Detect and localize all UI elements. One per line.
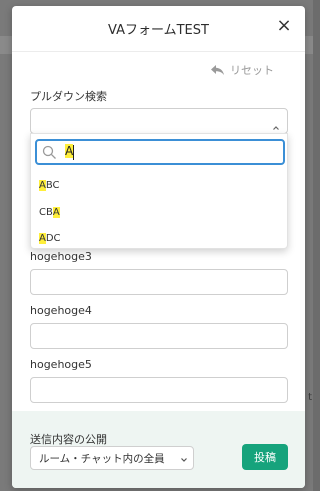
visibility-label: 送信内容の公開 (30, 433, 107, 446)
search-icon (42, 145, 57, 164)
option-match: A (39, 179, 46, 191)
modal-header: VAフォームTEST (12, 6, 305, 52)
reset-button[interactable]: リセット (210, 62, 274, 78)
pulldown-dropdown: A A BC CB A A DC (30, 133, 288, 249)
modal-title: VAフォームTEST (108, 23, 209, 38)
option-match: A (52, 206, 60, 218)
hogehoge3-input[interactable] (30, 269, 288, 295)
hogehoge4-input[interactable] (30, 323, 288, 349)
hogehoge4-label: hogehoge4 (30, 304, 92, 317)
visibility-value: ルーム・チャット内の全員 (39, 452, 165, 465)
dropdown-search-input[interactable]: A (35, 139, 285, 165)
chevron-down-icon (180, 455, 188, 467)
visibility-select[interactable]: ルーム・チャット内の全員 (30, 446, 194, 470)
close-icon[interactable]: × (276, 17, 292, 35)
dropdown-option[interactable]: A BC (39, 175, 279, 195)
hogehoge5-label: hogehoge5 (30, 358, 92, 371)
dropdown-option[interactable]: CB A (39, 202, 279, 222)
chevron-up-icon (272, 117, 280, 130)
background-text: t (308, 392, 312, 403)
form-modal: VAフォームTEST × リセット プルダウン検索 A A BC CB A A … (12, 6, 305, 488)
post-button[interactable]: 投稿 (242, 444, 288, 470)
option-match: A (39, 232, 46, 244)
hogehoge3-label: hogehoge3 (30, 250, 92, 263)
reset-label: リセット (230, 64, 274, 77)
modal-footer: 送信内容の公開 ルーム・チャット内の全員 投稿 (12, 411, 305, 488)
search-query: A (65, 144, 74, 158)
pulldown-select[interactable] (30, 108, 288, 134)
reply-arrow-icon (210, 64, 225, 76)
text-caret (73, 145, 74, 160)
pulldown-label: プルダウン検索 (30, 90, 107, 103)
dropdown-option[interactable]: A DC (39, 228, 279, 248)
hogehoge5-input[interactable] (30, 377, 288, 403)
